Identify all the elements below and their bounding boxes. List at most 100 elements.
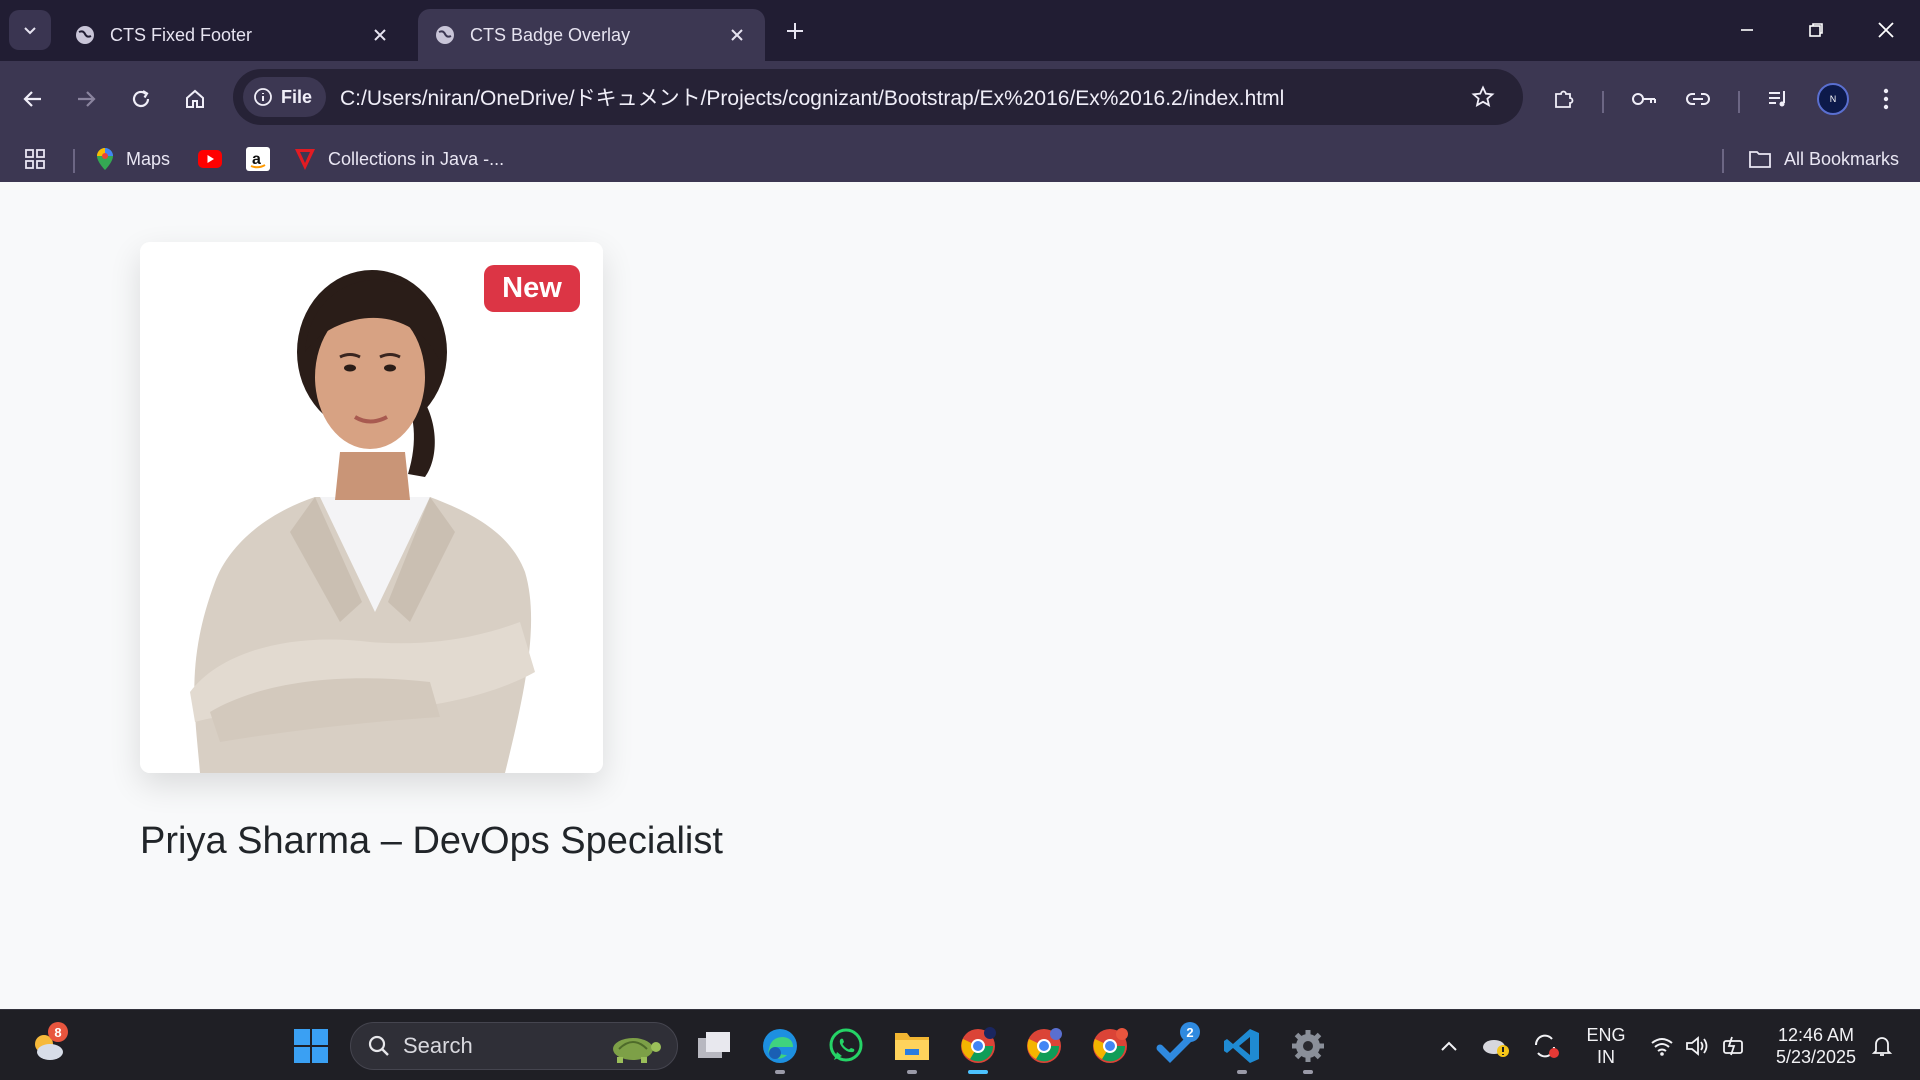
tab-search-button[interactable] xyxy=(9,10,51,50)
new-tab-button[interactable] xyxy=(780,16,810,46)
more-vertical-icon xyxy=(1883,88,1889,110)
arrow-right-icon xyxy=(78,91,96,107)
media-controls-button[interactable] xyxy=(1758,79,1798,119)
tpoint-icon xyxy=(295,149,315,170)
toolbar-divider xyxy=(1602,91,1604,113)
folder-icon xyxy=(895,1033,929,1060)
windows-taskbar: 8 Search 2 ENG IN 12:46 AM 5/23/2025 xyxy=(0,1009,1920,1080)
url-text[interactable]: C:/Users/niran/OneDrive/ドキュメント/Projects/… xyxy=(340,82,1463,112)
bookmarks-bar: Maps a Collections in Java -... All Book… xyxy=(0,132,1920,184)
taskbar-settings[interactable] xyxy=(1284,1022,1332,1074)
show-hidden-icons-button[interactable] xyxy=(1429,1022,1469,1070)
language-indicator[interactable]: ENG IN xyxy=(1582,1024,1630,1068)
home-icon xyxy=(186,89,204,108)
bookmark-youtube[interactable] xyxy=(198,142,222,176)
bookmark-maps[interactable]: Maps xyxy=(96,142,170,176)
taskbar-chrome-profile-n[interactable] xyxy=(1020,1022,1068,1070)
notification-center-button[interactable] xyxy=(1862,1022,1902,1070)
star-icon xyxy=(1471,85,1495,108)
all-bookmarks-button[interactable]: All Bookmarks xyxy=(1748,142,1899,176)
volume-tray[interactable] xyxy=(1677,1022,1717,1070)
active-indicator xyxy=(968,1070,988,1074)
profile-photo xyxy=(140,242,603,773)
google-maps-icon xyxy=(97,148,113,170)
chevron-up-icon xyxy=(1441,1041,1457,1051)
taskbar-whatsapp[interactable] xyxy=(822,1022,870,1070)
close-window-button[interactable] xyxy=(1866,12,1906,48)
apps-button[interactable] xyxy=(24,142,46,176)
battery-charging-icon xyxy=(1723,1036,1743,1056)
minimize-button[interactable] xyxy=(1727,12,1767,48)
close-tab-icon[interactable] xyxy=(725,23,749,47)
task-view-button[interactable] xyxy=(690,1022,738,1070)
bookmark-label: Maps xyxy=(126,148,171,169)
tab-cts-fixed-footer[interactable]: CTS Fixed Footer xyxy=(58,9,408,61)
chrome-icon xyxy=(961,1027,996,1063)
wifi-icon xyxy=(1651,1038,1673,1056)
restore-icon xyxy=(1809,23,1823,37)
chrome-icon xyxy=(1093,1028,1128,1063)
extensions-button[interactable] xyxy=(1544,79,1584,119)
taskbar-search[interactable]: Search xyxy=(350,1022,678,1070)
todo-badge: 2 xyxy=(1180,1022,1200,1042)
sync-tray[interactable] xyxy=(1526,1022,1566,1070)
clock-time: 12:46 AM xyxy=(1777,1025,1855,1045)
password-manager-button[interactable] xyxy=(1624,79,1664,119)
onedrive-tray[interactable] xyxy=(1476,1022,1516,1070)
gear-icon xyxy=(1292,1030,1324,1062)
info-icon xyxy=(254,88,272,106)
running-indicator xyxy=(1303,1070,1313,1074)
address-bar[interactable]: File C:/Users/niran/OneDrive/ドキュメント/Proj… xyxy=(233,69,1523,125)
profile-avatar[interactable]: N xyxy=(1817,83,1849,115)
plus-icon xyxy=(787,23,803,39)
weather-widget[interactable]: 8 xyxy=(24,1022,72,1070)
browser-menu-button[interactable] xyxy=(1866,79,1906,119)
reload-button[interactable] xyxy=(121,79,161,119)
bookmarks-divider xyxy=(1722,149,1724,173)
forward-button[interactable] xyxy=(66,79,106,119)
arrow-left-icon xyxy=(23,91,41,107)
restore-button[interactable] xyxy=(1796,12,1836,48)
youtube-icon xyxy=(198,150,222,168)
region-label: IN xyxy=(1597,1047,1615,1067)
back-button[interactable] xyxy=(13,79,53,119)
taskbar-chrome-profile-2[interactable] xyxy=(1086,1022,1134,1070)
minimize-icon xyxy=(1741,29,1753,31)
page-viewport: New Priya Sharma – DevOps Specialist xyxy=(0,182,1920,1009)
home-button[interactable] xyxy=(175,79,215,119)
taskbar-chrome-active[interactable] xyxy=(954,1022,1002,1074)
tab-cts-badge-overlay[interactable]: CTS Badge Overlay xyxy=(418,9,765,61)
cloud-warning-icon xyxy=(1483,1040,1509,1057)
puzzle-icon xyxy=(1555,90,1574,108)
bookmark-amazon[interactable]: a xyxy=(246,142,270,176)
taskbar-todo[interactable]: 2 xyxy=(1152,1022,1200,1070)
taskbar-vscode[interactable] xyxy=(1218,1022,1266,1074)
music-queue-icon xyxy=(1769,91,1785,107)
tab-title: CTS Badge Overlay xyxy=(470,24,631,45)
bookmark-collections-in-java[interactable]: Collections in Java -... xyxy=(294,142,504,176)
taskbar-edge[interactable] xyxy=(756,1022,804,1074)
site-scheme-label: File xyxy=(281,86,313,107)
battery-tray[interactable] xyxy=(1714,1022,1754,1070)
svg-text:a: a xyxy=(252,151,261,168)
bookmarks-divider xyxy=(73,149,75,173)
clock-date: 5/23/2025 xyxy=(1775,1047,1857,1067)
amazon-icon: a xyxy=(246,147,270,171)
search-placeholder: Search xyxy=(403,1033,473,1058)
search-icon xyxy=(368,1035,389,1056)
share-link-button[interactable] xyxy=(1678,79,1718,119)
clock[interactable]: 12:46 AM 5/23/2025 xyxy=(1760,1024,1872,1068)
wifi-tray[interactable] xyxy=(1642,1022,1682,1070)
toolbar-divider xyxy=(1738,91,1740,113)
task-view-icon xyxy=(698,1032,730,1058)
site-info-chip[interactable]: File xyxy=(243,77,327,117)
bookmark-star-button[interactable] xyxy=(1463,77,1503,117)
folder-icon xyxy=(1749,151,1771,168)
notification-bell-icon xyxy=(1871,1037,1893,1056)
apps-grid-icon xyxy=(25,149,45,169)
all-bookmarks-label: All Bookmarks xyxy=(1784,148,1900,169)
browser-titlebar: CTS Fixed Footer CTS Badge Overlay xyxy=(0,0,1920,61)
close-tab-icon[interactable] xyxy=(368,23,392,47)
start-button[interactable] xyxy=(287,1022,335,1070)
taskbar-file-explorer[interactable] xyxy=(888,1022,936,1074)
